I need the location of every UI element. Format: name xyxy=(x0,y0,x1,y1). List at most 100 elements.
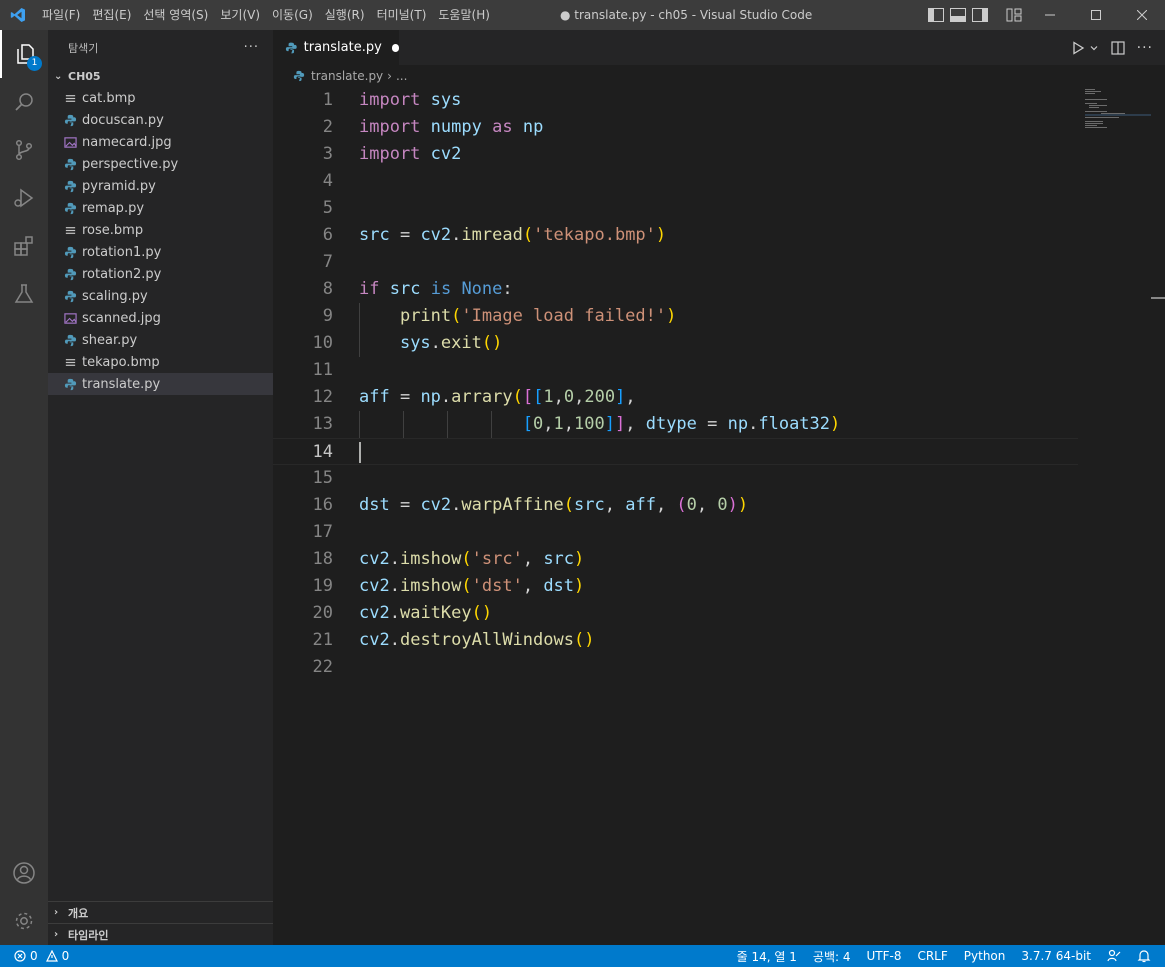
accounts-activity[interactable] xyxy=(0,849,48,897)
line-number: 1 xyxy=(322,90,333,110)
line-number: 3 xyxy=(322,144,333,164)
flask-icon xyxy=(14,284,34,303)
python-file-icon xyxy=(64,246,82,259)
minimize-button[interactable] xyxy=(1027,0,1073,30)
line-number: 13 xyxy=(312,414,333,434)
file-item[interactable]: remap.py xyxy=(48,197,273,219)
encoding[interactable]: UTF-8 xyxy=(866,949,901,963)
menu-go[interactable]: 이동(G) xyxy=(266,0,319,30)
customize-layout-icon[interactable] xyxy=(1006,8,1022,22)
maximize-button[interactable] xyxy=(1073,0,1119,30)
menu-edit[interactable]: 편집(E) xyxy=(86,0,137,30)
end-of-line[interactable]: CRLF xyxy=(917,949,947,963)
code-line: 5 xyxy=(273,195,1078,222)
more-actions-button[interactable]: ··· xyxy=(244,40,259,55)
line-number: 20 xyxy=(312,603,333,623)
line-number: 4 xyxy=(322,171,333,191)
toggle-secondary-sidebar-icon[interactable] xyxy=(972,8,988,22)
file-name: tekapo.bmp xyxy=(82,354,160,370)
menu-file[interactable]: 파일(F) xyxy=(36,0,86,30)
file-item[interactable]: namecard.jpg xyxy=(48,131,273,153)
activity-bar: 1 xyxy=(0,30,48,945)
file-item[interactable]: scanned.jpg xyxy=(48,307,273,329)
line-number: 18 xyxy=(312,549,333,569)
testing-activity[interactable] xyxy=(0,270,48,318)
warning-icon xyxy=(45,950,58,962)
breadcrumb-file[interactable]: translate.py xyxy=(311,69,383,83)
line-number: 5 xyxy=(322,198,333,218)
file-item[interactable]: pyramid.py xyxy=(48,175,273,197)
minimap[interactable] xyxy=(1085,87,1151,147)
explorer-activity[interactable]: 1 xyxy=(0,30,48,78)
file-list: cat.bmp docuscan.py namecard.jpg perspectiv… xyxy=(48,87,273,395)
file-item[interactable]: rose.bmp xyxy=(48,219,273,241)
python-file-icon xyxy=(293,70,305,82)
cursor-position[interactable]: 줄 14, 열 1 xyxy=(737,948,797,965)
file-item[interactable]: translate.py xyxy=(48,373,273,395)
code-line: 11 xyxy=(273,357,1078,384)
timeline-section[interactable]: › 타임라인 xyxy=(48,923,273,945)
code-line: 20 cv2.waitKey() xyxy=(273,600,1078,627)
python-file-icon xyxy=(64,334,82,347)
file-item[interactable]: rotation1.py xyxy=(48,241,273,263)
timeline-label: 타임라인 xyxy=(68,928,109,942)
scrollbar-position-marker[interactable] xyxy=(1151,297,1165,299)
code-line: 18 cv2.imshow('src', src) xyxy=(273,546,1078,573)
source-control-activity[interactable] xyxy=(0,126,48,174)
language-mode[interactable]: Python xyxy=(964,949,1006,963)
problems-indicator[interactable]: 0 0 xyxy=(0,949,69,963)
breadcrumb-more[interactable]: ... xyxy=(396,69,407,83)
file-item[interactable]: shear.py xyxy=(48,329,273,351)
notifications-bell-icon[interactable] xyxy=(1137,949,1151,963)
tab-translate-py[interactable]: translate.py xyxy=(273,30,399,65)
split-editor-icon[interactable] xyxy=(1111,40,1125,55)
manage-activity[interactable] xyxy=(0,897,48,945)
file-item[interactable]: perspective.py xyxy=(48,153,273,175)
code-line: 19 cv2.imshow('dst', dst) xyxy=(273,573,1078,600)
chevron-right-icon: › xyxy=(54,929,59,940)
menu-selection[interactable]: 선택 영역(S) xyxy=(137,0,214,30)
code-editor[interactable]: 1 import sys 2 import numpy as np 3 import … xyxy=(273,87,1165,945)
line-number: 21 xyxy=(312,630,333,650)
source-control-icon xyxy=(15,139,33,161)
folder-ch05[interactable]: ⌄ CH05 xyxy=(48,65,273,87)
python-file-icon xyxy=(285,42,297,53)
indent-guide xyxy=(359,303,360,357)
indentation[interactable]: 공백: 4 xyxy=(813,948,851,965)
window-title: ● translate.py - ch05 - Visual Studio Co… xyxy=(560,8,813,22)
chevron-down-icon: ⌄ xyxy=(54,70,63,82)
extensions-activity[interactable] xyxy=(0,222,48,270)
code-line: 16 dst = cv2.warpAffine(src, aff, (0, 0)) xyxy=(273,492,1078,519)
search-activity[interactable] xyxy=(0,78,48,126)
run-debug-activity[interactable] xyxy=(0,174,48,222)
python-interpreter[interactable]: 3.7.7 64-bit xyxy=(1021,949,1091,963)
menu-run[interactable]: 실행(R) xyxy=(319,0,371,30)
chevron-down-icon xyxy=(1090,45,1098,50)
toggle-panel-icon[interactable] xyxy=(950,8,966,22)
file-name: cat.bmp xyxy=(82,90,136,106)
more-actions-icon[interactable]: ··· xyxy=(1137,40,1153,56)
run-python-button[interactable] xyxy=(1071,40,1099,55)
feedback-icon[interactable] xyxy=(1107,949,1121,963)
unsaved-dot-icon[interactable] xyxy=(391,43,399,52)
file-item[interactable]: tekapo.bmp xyxy=(48,351,273,373)
file-item[interactable]: scaling.py xyxy=(48,285,273,307)
toggle-primary-sidebar-icon[interactable] xyxy=(928,8,944,22)
menu-help[interactable]: 도움말(H) xyxy=(432,0,496,30)
file-item[interactable]: docuscan.py xyxy=(48,109,273,131)
menu-view[interactable]: 보기(V) xyxy=(214,0,266,30)
outline-section[interactable]: › 개요 xyxy=(48,901,273,923)
tab-label: translate.py xyxy=(303,40,382,55)
image-file-icon xyxy=(64,312,82,325)
close-button[interactable] xyxy=(1119,0,1165,30)
code-line: 9 print('Image load failed!') xyxy=(273,303,1078,330)
error-icon xyxy=(14,950,26,962)
file-item[interactable]: rotation2.py xyxy=(48,263,273,285)
run-debug-icon xyxy=(14,188,34,208)
text-cursor xyxy=(359,442,361,463)
file-item[interactable]: cat.bmp xyxy=(48,87,273,109)
menu-terminal[interactable]: 터미널(T) xyxy=(371,0,433,30)
python-file-icon xyxy=(64,180,82,193)
indent-guide xyxy=(447,411,448,438)
python-file-icon xyxy=(64,268,82,281)
